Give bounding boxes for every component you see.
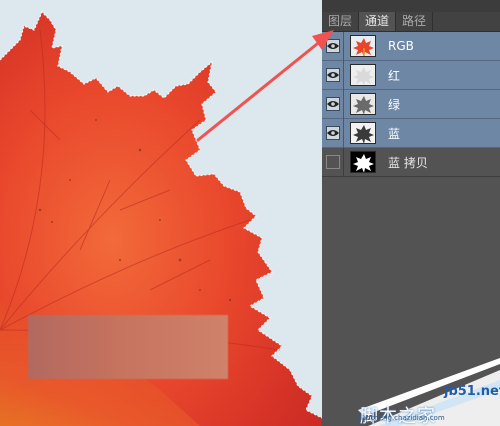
channel-thumbnail xyxy=(350,64,376,86)
channel-thumbnail xyxy=(350,151,376,173)
visibility-toggle[interactable] xyxy=(322,89,344,119)
watermark-url: jb51.net xyxy=(444,384,500,399)
channel-row-blue[interactable]: 蓝 xyxy=(322,118,500,148)
panel-tabs: 图层 通道 路径 xyxy=(322,12,500,32)
channel-thumbnail xyxy=(350,35,376,57)
channel-name: 蓝 xyxy=(388,126,401,141)
channel-row-blue-copy[interactable]: 蓝 拷贝 xyxy=(322,147,500,177)
watermark-small-text: jiaocheng.chazidian.com xyxy=(358,414,445,422)
channel-name: 绿 xyxy=(388,97,401,112)
visibility-toggle[interactable] xyxy=(322,60,344,90)
visibility-toggle[interactable] xyxy=(322,118,344,148)
image-canvas[interactable] xyxy=(0,0,322,426)
eye-icon xyxy=(325,97,340,111)
channel-row-green[interactable]: 绿 xyxy=(322,89,500,119)
channel-name: 红 xyxy=(388,68,401,83)
channel-name: 蓝 拷贝 xyxy=(388,155,428,170)
blurred-redaction-box xyxy=(28,315,228,379)
tab-paths[interactable]: 路径 xyxy=(396,12,434,31)
eye-icon xyxy=(325,126,340,140)
visibility-toggle[interactable] xyxy=(322,147,344,177)
channel-thumbnail xyxy=(350,122,376,144)
visibility-off-box xyxy=(325,155,340,169)
panel-header-bar xyxy=(322,0,500,12)
channel-list: RGB 红 绿 蓝 蓝 拷贝 xyxy=(322,31,500,177)
watermark: jb51.net 脚本之家 jiaocheng.chazidian.com xyxy=(358,350,500,426)
channel-name: RGB xyxy=(388,39,414,53)
channel-row-red[interactable]: 红 xyxy=(322,60,500,90)
eye-icon xyxy=(325,39,340,53)
channel-row-rgb[interactable]: RGB xyxy=(322,31,500,61)
tab-channels[interactable]: 通道 xyxy=(359,12,397,31)
tab-layers[interactable]: 图层 xyxy=(322,12,360,31)
visibility-toggle[interactable] xyxy=(322,31,344,61)
eye-icon xyxy=(325,68,340,82)
channel-thumbnail xyxy=(350,93,376,115)
